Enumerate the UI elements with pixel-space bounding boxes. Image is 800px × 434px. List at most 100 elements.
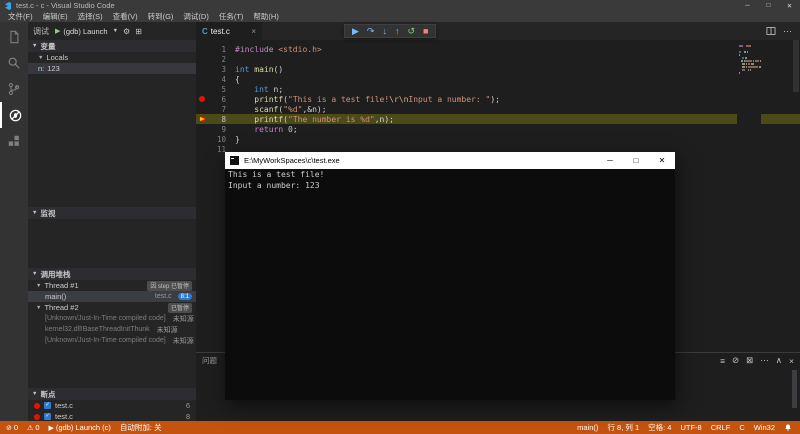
- close-panel-icon[interactable]: ×: [789, 356, 794, 366]
- tab-close-icon[interactable]: ×: [251, 27, 256, 36]
- editor-scrollbar[interactable]: [793, 40, 799, 92]
- status-eol[interactable]: CRLF: [711, 423, 731, 432]
- breakpoints-section-header[interactable]: ▼ 断点: [28, 388, 196, 400]
- window-close-button[interactable]: ✕: [779, 0, 800, 11]
- panel-scrollbar[interactable]: [792, 370, 797, 408]
- frame-file: test.c: [154, 293, 172, 300]
- status-cursor-position[interactable]: 行 8, 列 1: [607, 422, 639, 433]
- minimap-token: [759, 66, 761, 68]
- restart-icon[interactable]: ↺: [407, 26, 415, 36]
- menu-item[interactable]: 转到(G): [143, 11, 179, 22]
- search-icon[interactable]: [0, 50, 28, 76]
- console-output-line: This is a test file!: [228, 170, 325, 179]
- frame-label: [Unknown/Just-In-Time compiled code]: [45, 337, 166, 344]
- debug-icon[interactable]: [0, 102, 28, 128]
- panel-tab-问题[interactable]: 问题: [202, 355, 217, 367]
- breakpoint-row[interactable]: ✓ test.c 6: [28, 400, 196, 411]
- editor-gutter[interactable]: [196, 114, 209, 124]
- editor-gutter[interactable]: [196, 74, 209, 84]
- split-editor-icon[interactable]: [766, 26, 776, 36]
- status-indentation[interactable]: 空格: 4: [648, 422, 671, 433]
- menu-item[interactable]: 文件(F): [3, 11, 38, 22]
- console-maximize-button[interactable]: □: [623, 152, 649, 169]
- status-encoding[interactable]: UTF-8: [680, 423, 701, 432]
- tab-testc[interactable]: C test.c ×: [196, 22, 262, 40]
- status-errors[interactable]: ⊘ 0: [6, 423, 18, 432]
- breakpoint-icon[interactable]: [199, 96, 205, 102]
- clear-icon[interactable]: ⊘: [732, 355, 739, 366]
- window-minimize-button[interactable]: ─: [737, 0, 758, 11]
- extensions-icon[interactable]: [0, 128, 28, 154]
- editor-gutter[interactable]: [196, 54, 209, 64]
- status-active-frame[interactable]: main(): [577, 423, 598, 432]
- menu-item[interactable]: 选择(S): [73, 11, 108, 22]
- menu-item[interactable]: 调试(D): [178, 11, 213, 22]
- editor-gutter[interactable]: [196, 124, 209, 134]
- scroll-lock-icon[interactable]: ⊠: [746, 355, 753, 366]
- console-window[interactable]: E:\MyWorkSpaces\c\test.exe ─ □ ✕ This is…: [225, 152, 675, 400]
- callstack-frame[interactable]: [Unknown/Just-In-Time compiled code] 未知源: [28, 313, 196, 324]
- sidebar-title: 调试: [33, 26, 49, 36]
- menu-item[interactable]: 编辑(E): [38, 11, 73, 22]
- console-close-button[interactable]: ✕: [649, 152, 675, 169]
- status-warnings[interactable]: ⚠ 0: [27, 423, 39, 432]
- callstack-frame[interactable]: main() test.c 8:1: [28, 291, 196, 302]
- code-editor[interactable]: 1 #include <stdio.h> 2 3 int main() 4{5 int n…: [196, 40, 800, 154]
- window-maximize-button[interactable]: □: [758, 0, 779, 11]
- status-language[interactable]: C: [739, 423, 744, 432]
- status-cursor-position-label: 行 8, 列 1: [607, 423, 640, 432]
- editor-gutter[interactable]: [196, 84, 209, 94]
- debug-start-icon[interactable]: ▶: [55, 27, 60, 35]
- callstack-frame[interactable]: [Unknown/Just-In-Time compiled code] 未知源: [28, 335, 196, 346]
- code-token: "This is a test file!: [288, 94, 390, 104]
- more-actions-icon[interactable]: ⋯: [783, 26, 792, 37]
- source-control-icon[interactable]: [0, 76, 28, 102]
- locals-scope-row[interactable]: ▼ Locals: [28, 52, 196, 63]
- gear-icon[interactable]: ⚙: [123, 27, 130, 36]
- menu-item[interactable]: 任务(T): [214, 11, 249, 22]
- callstack-section-header[interactable]: ▼ 调用堆栈: [28, 268, 196, 280]
- explorer-icon[interactable]: [0, 24, 28, 50]
- status-platform[interactable]: Win32: [754, 423, 775, 432]
- minimap-token: [739, 51, 741, 53]
- editor-gutter[interactable]: [196, 144, 209, 154]
- step-over-icon[interactable]: ↷: [367, 26, 375, 36]
- step-out-icon[interactable]: ↑: [395, 26, 400, 36]
- menu-item[interactable]: 查看(V): [108, 11, 143, 22]
- watch-section-header[interactable]: ▼ 监视: [28, 207, 196, 219]
- continue-icon[interactable]: ▶: [352, 26, 359, 36]
- code-token: n;: [268, 84, 284, 94]
- callstack-thread[interactable]: ▼ Thread #2 已暂停: [28, 302, 196, 313]
- debug-console-toggle-icon[interactable]: ⊞: [135, 27, 142, 36]
- minimap-token: [746, 63, 747, 65]
- launch-config-select[interactable]: (gdb) Launch: [63, 27, 107, 36]
- editor-gutter[interactable]: [196, 134, 209, 144]
- chevron-down-icon: ▼: [32, 271, 38, 277]
- console-minimize-button[interactable]: ─: [597, 152, 623, 169]
- editor-gutter[interactable]: [196, 94, 209, 104]
- editor-gutter[interactable]: [196, 64, 209, 74]
- variables-section-header[interactable]: ▼ 变量: [28, 40, 196, 52]
- minimap[interactable]: [737, 40, 761, 170]
- chevron-down-icon: ▼: [112, 28, 119, 34]
- callstack-thread[interactable]: ▼ Thread #1 因 step 已暂停: [28, 280, 196, 291]
- filter-icon[interactable]: ≡: [720, 356, 725, 366]
- notifications-bell-icon[interactable]: [784, 423, 792, 432]
- breakpoint-checkbox[interactable]: ✓: [44, 413, 51, 420]
- breakpoint-row[interactable]: ✓ test.c 8: [28, 411, 196, 421]
- variable-row[interactable]: n 123: [28, 63, 196, 74]
- stop-icon[interactable]: ■: [423, 26, 428, 36]
- status-indentation-label: 空格: 4: [648, 423, 672, 432]
- breakpoint-checkbox[interactable]: ✓: [44, 402, 51, 409]
- menu-item[interactable]: 帮助(H): [248, 11, 283, 22]
- console-title-bar[interactable]: E:\MyWorkSpaces\c\test.exe ─ □ ✕: [225, 152, 675, 169]
- status-auto-attach[interactable]: 自动附加: 关: [120, 422, 162, 433]
- editor-gutter[interactable]: [196, 44, 209, 54]
- callstack-frame[interactable]: kernel32.dll!BaseThreadInitThunk 未知源: [28, 324, 196, 335]
- maximize-panel-icon[interactable]: ∧: [776, 355, 782, 366]
- status-debug-launch[interactable]: ▶ (gdb) Launch (c): [49, 423, 111, 432]
- more-icon[interactable]: ⋯: [760, 355, 769, 366]
- step-into-icon[interactable]: ↓: [382, 26, 387, 36]
- code-line: 3 int main(): [196, 64, 800, 74]
- editor-gutter[interactable]: [196, 104, 209, 114]
